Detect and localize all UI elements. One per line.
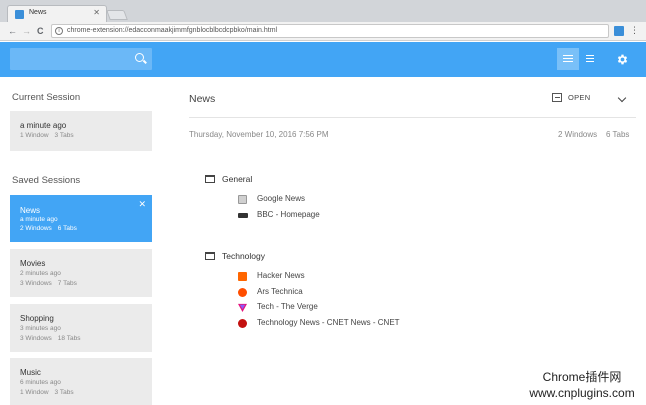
saved-session-news[interactable]: ✕ News a minute ago 2 Windows 6 Tabs [10,195,152,242]
watermark-line-1: Chrome插件网 [542,370,622,384]
session-name: a minute ago [20,121,67,130]
address-url: chrome-extension://edacconmaakjimmfgnblo… [67,27,278,34]
divider [189,117,636,118]
saved-session-movies[interactable]: Movies 2 minutes ago 3 Windows 7 Tabs [10,249,152,297]
list-view-button[interactable] [557,48,579,70]
search-icon[interactable] [135,53,144,62]
window-title: General [222,174,253,184]
browser-tab-title: News [29,9,47,16]
saved-sessions-heading: Saved Sessions [12,175,81,186]
session-meta: 1 Window 3 Tabs [20,389,74,396]
tab-title: Tech - The Verge [257,302,318,311]
session-meta: 3 Windows 18 Tabs [20,335,81,342]
session-name: Music [20,368,41,377]
tab-title: Technology News - CNET News - CNET [257,317,400,327]
browser-tabstrip: News ✕ [0,0,646,22]
page-title: News [189,93,216,105]
session-name: Shopping [20,314,54,323]
new-tab-button[interactable] [106,10,128,20]
window-group-general: General Google News BBC - Homepage [205,174,505,224]
window-icon [205,175,215,183]
detail-view-icon [586,55,594,63]
saved-session-shopping[interactable]: Shopping 3 minutes ago 3 Windows 18 Tabs [10,304,152,352]
detail-view-button[interactable] [580,48,602,70]
session-window-count: 2 Windows [558,130,598,139]
tab-title: Ars Technica [257,286,303,296]
session-date: Thursday, November 10, 2016 7:56 PM [189,130,329,139]
close-tab-icon[interactable]: ✕ [93,8,100,17]
tab-title: Hacker News [257,271,305,280]
google-news-favicon-icon [238,195,247,204]
session-detail: News OPEN Thursday, November 10, 2016 7:… [162,77,646,405]
bbc-favicon-icon [238,212,248,218]
session-time: 3 minutes ago [20,325,61,332]
app-header [0,42,646,77]
current-session-card[interactable]: a minute ago 1 Window 3 Tabs [10,111,152,151]
session-meta: 1 Window 3 Tabs [20,132,74,139]
sessions-sidebar: Current Session a minute ago 1 Window 3 T… [0,77,162,405]
tab-link-bbc[interactable]: BBC - Homepage [238,209,505,225]
window-icon [205,252,215,260]
chevron-down-icon[interactable] [617,93,627,103]
gear-icon[interactable] [616,53,629,66]
current-session-heading: Current Session [12,92,81,103]
browser-toolbar: ← → C i chrome-extension://edacconmaakji… [0,22,646,41]
session-time: a minute ago [20,216,58,223]
session-name: News [20,206,41,215]
open-in-window-icon [552,93,562,102]
tab-link-the-verge[interactable]: Tech - The Verge [238,301,505,317]
the-verge-favicon-icon [238,303,247,312]
tab-link-google-news[interactable]: Google News [238,193,505,209]
open-button-label: OPEN [568,93,591,102]
window-title: Technology [222,251,266,261]
tab-link-ars-technica[interactable]: Ars Technica [238,286,505,302]
cnet-favicon-icon [238,318,247,328]
list-view-icon [563,55,573,63]
session-tab-count: 6 Tabs [606,130,630,139]
tab-title: BBC - Homepage [257,209,320,219]
ars-technica-favicon-icon [238,287,247,297]
back-icon[interactable]: ← [8,25,17,37]
tab-link-cnet[interactable]: Technology News - CNET News - CNET [238,317,505,333]
watermark-line-2: www.cnplugins.com [529,386,635,400]
hacker-news-favicon-icon [238,272,247,281]
saved-session-music[interactable]: Music 6 minutes ago 1 Window 3 Tabs [10,358,152,405]
chrome-menu-icon[interactable]: ⋮ [630,25,639,36]
address-bar[interactable]: i chrome-extension://edacconmaakjimmfgnb… [51,24,609,38]
window-header[interactable]: General [205,174,505,186]
reload-icon[interactable]: C [37,25,44,37]
tab-title: Google News [257,194,306,203]
news-favicon-icon [15,10,24,19]
close-icon[interactable]: ✕ [138,199,146,210]
session-name: Movies [20,259,46,268]
window-group-technology: Technology Hacker News Ars Technica Tech… [205,251,505,332]
forward-icon[interactable]: → [22,25,31,37]
info-icon[interactable]: i [55,27,63,35]
search-input[interactable] [10,48,152,70]
session-meta: 2 Windows 6 Tabs [20,225,77,232]
watermark: Chrome插件网 www.cnplugins.com [520,368,644,400]
session-meta: 3 Windows 7 Tabs [20,280,77,287]
tab-link-hacker-news[interactable]: Hacker News [238,270,505,286]
session-time: 2 minutes ago [20,270,61,277]
browser-tab-news[interactable]: News ✕ [7,5,107,22]
session-time: 6 minutes ago [20,379,61,386]
window-header[interactable]: Technology [205,251,505,263]
extension-icon[interactable] [614,26,624,36]
